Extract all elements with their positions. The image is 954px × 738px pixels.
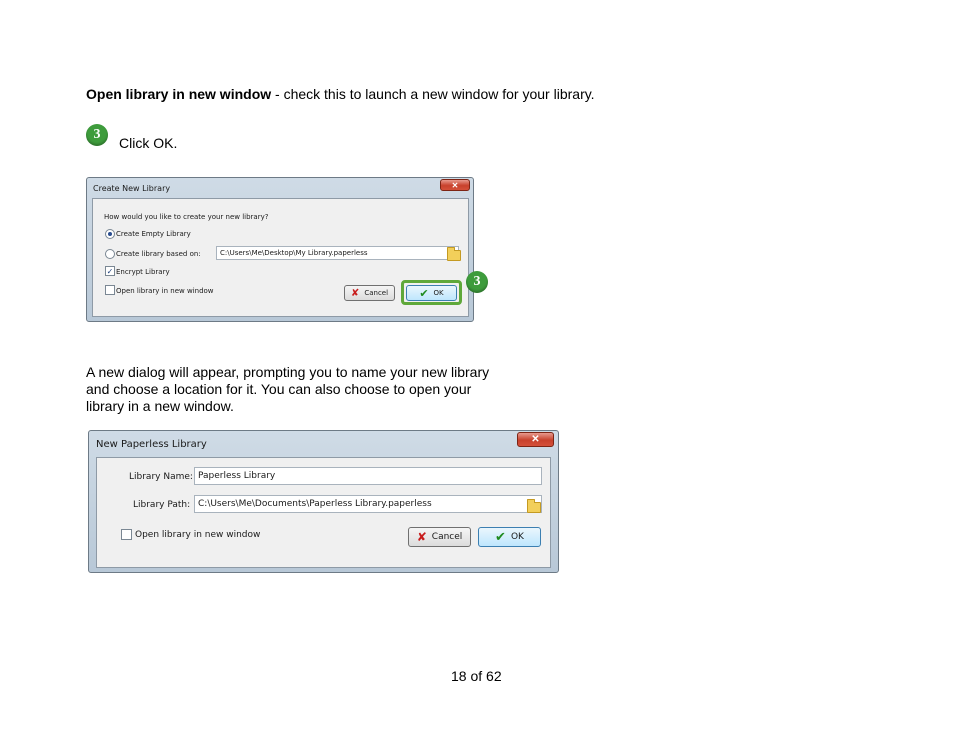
cancel-icon: ✘ — [350, 287, 360, 299]
dialog-body: How would you like to create your new li… — [92, 198, 469, 317]
create-library-dialog: Create New Library ✕ How would you like … — [86, 177, 474, 322]
cancel-button[interactable]: ✘ Cancel — [344, 285, 395, 301]
based-on-radio[interactable] — [105, 249, 115, 259]
question-label: How would you like to create your new li… — [104, 213, 269, 221]
open-new-window-label: Open library in new window — [116, 287, 214, 295]
dialog-title: New Paperless Library — [96, 438, 207, 450]
close-icon: ✕ — [451, 180, 459, 190]
ok-label: OK — [433, 289, 444, 297]
checkmark-icon: ✔ — [495, 529, 506, 545]
encrypt-label: Encrypt Library — [116, 268, 170, 276]
library-name-label: Library Name: — [129, 472, 193, 482]
open-new-window-label: Open library in new window — [135, 530, 261, 540]
based-on-label: Create library based on: — [116, 250, 201, 258]
cancel-label: Cancel — [431, 532, 463, 542]
cancel-button[interactable]: ✘ Cancel — [408, 527, 471, 547]
open-new-window-checkbox[interactable] — [121, 529, 132, 540]
new-library-dialog: New Paperless Library ✕ Library Name: Pa… — [88, 430, 559, 573]
close-button[interactable]: ✕ — [440, 179, 470, 191]
ok-button[interactable]: ✔ OK — [478, 527, 541, 547]
library-path-value: C:\Users\Me\Documents\Paperless Library.… — [198, 499, 432, 509]
cancel-label: Cancel — [364, 289, 389, 297]
based-on-path-field[interactable]: C:\Users\Me\Desktop\My Library.paperless — [216, 246, 459, 260]
ok-button[interactable]: ✔ OK — [406, 285, 457, 301]
open-new-window-checkbox[interactable] — [105, 285, 115, 295]
folder-icon[interactable] — [447, 247, 461, 261]
callout-number: 3 — [473, 274, 481, 289]
based-on-path-value: C:\Users\Me\Desktop\My Library.paperless — [220, 249, 368, 257]
intro-paragraph: Open library in new window - check this … — [86, 86, 786, 103]
library-name-field[interactable]: Paperless Library — [194, 467, 542, 485]
ok-callout-badge: 3 — [466, 271, 488, 293]
folder-icon[interactable] — [527, 499, 541, 513]
library-path-field[interactable]: C:\Users\Me\Documents\Paperless Library.… — [194, 495, 542, 513]
step-instruction: Click OK. — [119, 135, 178, 151]
dialog-body: Library Name: Paperless Library Library … — [96, 457, 551, 568]
intro-description: - check this to launch a new window for … — [271, 86, 595, 102]
step-number-badge: 3 — [86, 124, 108, 146]
ok-label: OK — [510, 532, 524, 542]
checkmark-icon: ✔ — [419, 286, 429, 300]
close-button[interactable]: ✕ — [517, 432, 554, 447]
intro-bold-term: Open library in new window — [86, 86, 272, 102]
library-name-value: Paperless Library — [198, 471, 276, 481]
page-number: 18 of 62 — [451, 668, 502, 684]
cancel-icon: ✘ — [416, 530, 427, 544]
dialog-title: Create New Library — [93, 183, 171, 193]
step-number: 3 — [93, 127, 101, 142]
create-empty-radio[interactable] — [105, 229, 115, 239]
create-empty-label: Create Empty Library — [116, 230, 191, 238]
close-icon: ✕ — [531, 434, 540, 445]
description-paragraph: A new dialog will appear, prompting you … — [86, 364, 490, 414]
encrypt-checkbox[interactable]: ✓ — [105, 266, 115, 276]
library-path-label: Library Path: — [133, 500, 191, 510]
